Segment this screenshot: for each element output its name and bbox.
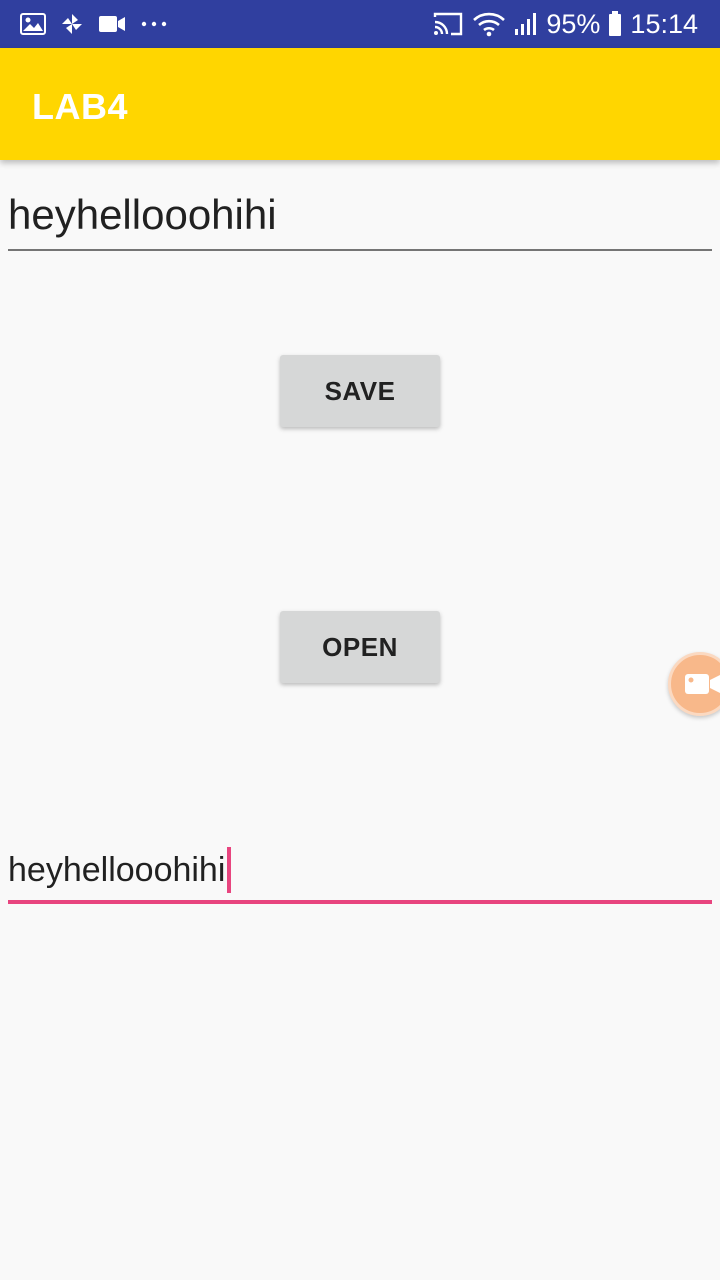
status-bar-right: 95% 15:14 [432, 0, 698, 48]
video-camera-icon [683, 671, 720, 697]
battery-icon [608, 11, 622, 37]
floating-record-button[interactable] [668, 652, 720, 716]
bottom-text-input-value: heyhellooohihi [8, 851, 226, 889]
more-dots-icon [140, 20, 168, 28]
signal-icon [514, 12, 538, 36]
top-text-input-value: heyhellooohihi [8, 191, 277, 238]
save-button-label: SAVE [324, 375, 396, 406]
cast-icon [432, 11, 464, 37]
open-button[interactable]: OPEN [280, 611, 440, 683]
pinwheel-icon [60, 12, 84, 36]
app-bar: LAB4 [0, 48, 720, 160]
app-title: LAB4 [32, 86, 129, 127]
status-time: 15:14 [630, 8, 698, 39]
image-icon [20, 13, 46, 35]
battery-percent: 95% [546, 8, 601, 39]
status-bar-left [20, 0, 168, 48]
save-button[interactable]: SAVE [280, 355, 440, 427]
video-camera-icon [98, 14, 126, 34]
text-cursor [227, 847, 232, 893]
open-button-label: OPEN [322, 631, 398, 662]
bottom-text-input[interactable]: heyhellooohihi [8, 840, 712, 904]
wifi-icon [472, 11, 506, 37]
top-text-input[interactable]: heyhellooohihi [8, 185, 712, 251]
status-bar: 95% 15:14 [0, 0, 720, 48]
